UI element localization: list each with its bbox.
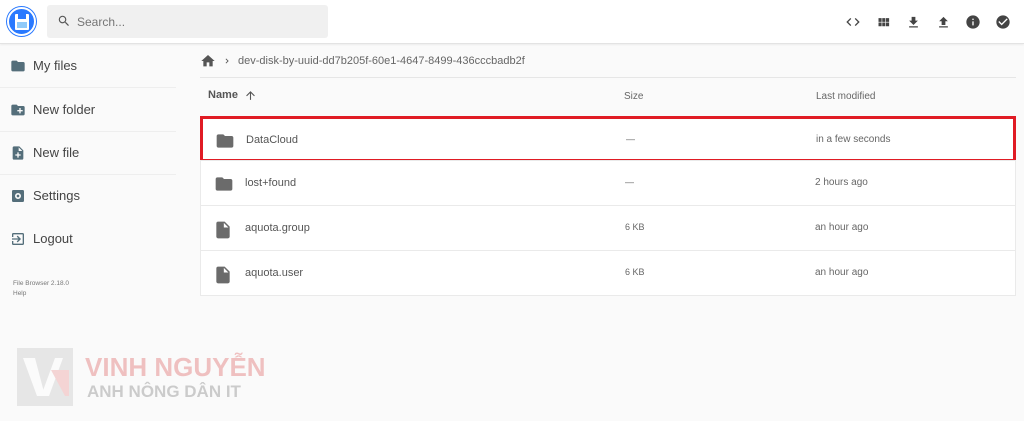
sidebar-item-label: Logout [33,231,73,246]
file-size: — [626,134,635,144]
header-actions [838,11,1018,33]
download-icon[interactable] [898,11,928,33]
app-logo-icon[interactable] [7,7,36,36]
folder-icon [11,60,25,72]
create-folder-icon [11,104,25,116]
sidebar-item-label: New file [33,145,80,160]
folder-icon [215,177,233,191]
list-item[interactable]: lost+found — 2 hours ago [200,160,1016,206]
list-item[interactable]: DataCloud — in a few seconds [200,116,1016,162]
column-header-name[interactable]: Name [208,89,255,101]
upload-icon[interactable] [928,11,958,33]
file-modified: an hour ago [815,222,869,233]
logout-icon [12,233,24,245]
note-add-icon [12,146,24,160]
sidebar: My files New folder New file Settings Lo… [0,44,176,421]
column-header-size[interactable]: Size [624,91,643,102]
file-size: 6 KB [625,267,645,277]
file-modified: in a few seconds [816,134,891,145]
code-icon[interactable] [838,11,868,33]
sidebar-item-label: Settings [33,188,80,203]
file-name: lost+found [245,177,297,189]
list-item[interactable]: aquota.group 6 KB an hour ago [200,205,1016,251]
search-icon [58,15,69,26]
chevron-right-icon [225,58,229,64]
list-header: Name Size Last modified [200,78,1016,114]
sidebar-item-label: New folder [33,102,96,117]
folder-icon [216,134,234,148]
column-header-modified[interactable]: Last modified [816,91,875,102]
sidebar-item-my-files[interactable]: My files [0,44,176,87]
file-icon [216,266,230,284]
help-link[interactable]: Help [13,289,69,299]
file-name: aquota.user [245,267,304,279]
list-item[interactable]: aquota.user 6 KB an hour ago [200,250,1016,296]
file-name: aquota.group [245,222,310,234]
file-size: 6 KB [625,222,645,232]
column-label: Name [208,89,238,101]
breadcrumb: dev-disk-by-uuid-dd7b205f-60e1-4647-8499… [200,53,525,69]
arrow-up-icon [246,91,255,100]
version-text: File Browser 2.18.0 [13,280,69,287]
top-bar [0,0,1024,44]
select-check-icon[interactable] [988,11,1018,33]
settings-icon [12,190,24,202]
info-icon[interactable] [958,11,988,33]
grid-view-icon[interactable] [868,11,898,33]
file-modified: an hour ago [815,267,869,278]
sidebar-item-new-folder[interactable]: New folder [0,88,176,131]
credits: File Browser 2.18.0 Help [13,279,69,299]
search-input[interactable] [77,5,317,38]
sidebar-item-label: My files [33,58,78,73]
home-icon[interactable] [200,53,216,69]
sidebar-item-new-file[interactable]: New file [0,131,176,174]
file-icon [216,221,230,239]
sidebar-item-settings[interactable]: Settings [0,174,176,217]
file-name: DataCloud [246,134,298,146]
search-box[interactable] [47,5,328,38]
sidebar-item-logout[interactable]: Logout [0,217,176,260]
breadcrumb-path[interactable]: dev-disk-by-uuid-dd7b205f-60e1-4647-8499… [238,55,525,67]
file-size: — [625,177,634,187]
file-modified: 2 hours ago [815,177,868,188]
